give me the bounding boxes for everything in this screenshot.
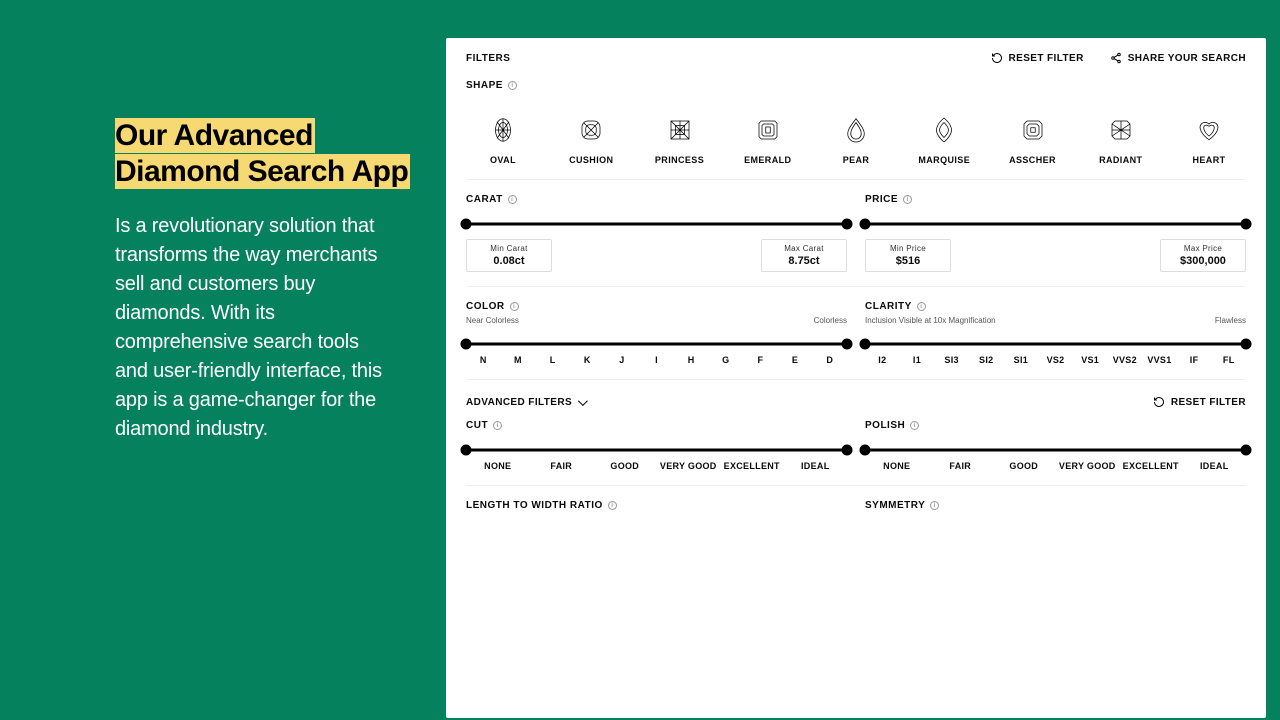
min-price-input[interactable]: Min Price $516	[865, 239, 951, 272]
shape-asscher[interactable]: ASSCHER	[998, 115, 1068, 165]
slider-thumb-max-icon[interactable]	[842, 219, 853, 230]
diamond-search-app: FILTERS RESET FILTER SHARE YOUR SEARCH S…	[446, 38, 1266, 718]
slider-thumb-min-icon[interactable]	[461, 219, 472, 230]
info-icon[interactable]: i	[910, 421, 919, 430]
color-hint-high: Colorless	[814, 316, 847, 325]
shape-section: SHAPE i OVAL CUSHION PRINCESS EMERALD	[446, 72, 1266, 165]
asscher-icon	[1018, 115, 1048, 145]
promo-title: Our Advanced Diamond Search App	[115, 118, 425, 190]
pear-icon	[841, 115, 871, 145]
info-icon[interactable]: i	[508, 195, 517, 204]
emerald-icon	[753, 115, 783, 145]
clarity-title: CLARITY	[865, 301, 912, 312]
info-icon[interactable]: i	[903, 195, 912, 204]
carat-title: CARAT	[466, 194, 503, 205]
princess-icon	[665, 115, 695, 145]
max-carat-input[interactable]: Max Carat 8.75ct	[761, 239, 847, 272]
clarity-hint-low: Inclusion Visible at 10x Magnification	[865, 316, 996, 325]
clarity-section: CLARITY i Inclusion Visible at 10x Magni…	[865, 301, 1246, 365]
info-icon[interactable]: i	[930, 501, 939, 510]
slider-thumb-max-icon[interactable]	[842, 445, 853, 456]
carat-price-row: CARAT i Min Carat 0.08ct Max Carat 8.75c…	[446, 180, 1266, 272]
price-title: PRICE	[865, 194, 898, 205]
app-header: FILTERS RESET FILTER SHARE YOUR SEARCH	[446, 38, 1266, 72]
slider-thumb-max-icon[interactable]	[842, 339, 853, 350]
chevron-down-icon	[578, 396, 588, 406]
clarity-slider[interactable]	[865, 337, 1246, 351]
promo-title-line2: Diamond Search App	[115, 154, 410, 189]
promo-body: Is a revolutionary solution that transfo…	[115, 212, 395, 444]
slider-thumb-min-icon[interactable]	[461, 445, 472, 456]
polish-slider[interactable]	[865, 443, 1246, 457]
promo-block: Our Advanced Diamond Search App Is a rev…	[115, 118, 425, 444]
color-ticks: N M L K J I H G F E D	[466, 355, 847, 365]
cushion-icon	[576, 115, 606, 145]
info-icon[interactable]: i	[917, 302, 926, 311]
info-icon[interactable]: i	[508, 81, 517, 90]
max-price-input[interactable]: Max Price $300,000	[1160, 239, 1246, 272]
cut-polish-row: CUT i NONE FAIR GOOD VERY GOOD EXCELLENT…	[446, 414, 1266, 471]
advanced-reset-filter-button[interactable]: RESET FILTER	[1153, 396, 1246, 408]
heart-icon	[1194, 115, 1224, 145]
symmetry-title: SYMMETRY	[865, 500, 925, 511]
share-icon	[1110, 52, 1122, 64]
color-title: COLOR	[466, 301, 505, 312]
color-section: COLOR i Near Colorless Colorless N M L K…	[466, 301, 847, 365]
shape-princess[interactable]: PRINCESS	[645, 115, 715, 165]
polish-section: POLISH i NONE FAIR GOOD VERY GOOD EXCELL…	[865, 420, 1246, 471]
slider-thumb-min-icon[interactable]	[860, 219, 871, 230]
color-hint-low: Near Colorless	[466, 316, 519, 325]
info-icon[interactable]: i	[493, 421, 502, 430]
shape-radiant[interactable]: RADIANT	[1086, 115, 1156, 165]
shape-heart[interactable]: HEART	[1174, 115, 1244, 165]
share-search-label: SHARE YOUR SEARCH	[1128, 53, 1246, 64]
lw-symmetry-row: LENGTH TO WIDTH RATIO i SYMMETRY i	[446, 486, 1266, 511]
oval-icon	[488, 115, 518, 145]
symmetry-section: SYMMETRY i	[865, 500, 1246, 511]
polish-title: POLISH	[865, 420, 905, 431]
advanced-filters-toggle[interactable]: ADVANCED FILTERS	[466, 397, 585, 408]
radiant-icon	[1106, 115, 1136, 145]
marquise-icon	[929, 115, 959, 145]
reset-filter-label: RESET FILTER	[1009, 53, 1084, 64]
polish-ticks: NONE FAIR GOOD VERY GOOD EXCELLENT IDEAL	[865, 461, 1246, 471]
clarity-ticks: I2 I1 SI3 SI2 SI1 VS2 VS1 VVS2 VVS1 IF F…	[865, 355, 1246, 365]
shape-emerald[interactable]: EMERALD	[733, 115, 803, 165]
slider-thumb-min-icon[interactable]	[461, 339, 472, 350]
color-slider[interactable]	[466, 337, 847, 351]
promo-title-line1: Our Advanced	[115, 118, 315, 153]
slider-thumb-min-icon[interactable]	[860, 339, 871, 350]
clarity-hint-high: Flawless	[1215, 316, 1246, 325]
shape-marquise[interactable]: MARQUISE	[909, 115, 979, 165]
cut-ticks: NONE FAIR GOOD VERY GOOD EXCELLENT IDEAL	[466, 461, 847, 471]
slider-thumb-max-icon[interactable]	[1241, 339, 1252, 350]
refresh-icon	[991, 52, 1003, 64]
info-icon[interactable]: i	[510, 302, 519, 311]
slider-thumb-max-icon[interactable]	[1241, 219, 1252, 230]
advanced-filters-row: ADVANCED FILTERS RESET FILTER	[446, 380, 1266, 414]
cut-title: CUT	[466, 420, 488, 431]
shape-oval[interactable]: OVAL	[468, 115, 538, 165]
min-carat-input[interactable]: Min Carat 0.08ct	[466, 239, 552, 272]
reset-filter-button[interactable]: RESET FILTER	[991, 52, 1084, 64]
info-icon[interactable]: i	[608, 501, 617, 510]
carat-section: CARAT i Min Carat 0.08ct Max Carat 8.75c…	[466, 194, 847, 272]
lw-title: LENGTH TO WIDTH RATIO	[466, 500, 603, 511]
slider-thumb-min-icon[interactable]	[860, 445, 871, 456]
lw-section: LENGTH TO WIDTH RATIO i	[466, 500, 847, 511]
slider-thumb-max-icon[interactable]	[1241, 445, 1252, 456]
filters-title: FILTERS	[466, 53, 510, 64]
price-slider[interactable]	[865, 217, 1246, 231]
cut-slider[interactable]	[466, 443, 847, 457]
shape-pear[interactable]: PEAR	[821, 115, 891, 165]
shapes-row: OVAL CUSHION PRINCESS EMERALD PEAR	[466, 115, 1246, 165]
price-section: PRICE i Min Price $516 Max Price $300,00…	[865, 194, 1246, 272]
shape-cushion[interactable]: CUSHION	[556, 115, 626, 165]
refresh-icon	[1153, 396, 1165, 408]
color-clarity-row: COLOR i Near Colorless Colorless N M L K…	[446, 287, 1266, 365]
carat-slider[interactable]	[466, 217, 847, 231]
shape-title: SHAPE i	[466, 80, 1246, 91]
cut-section: CUT i NONE FAIR GOOD VERY GOOD EXCELLENT…	[466, 420, 847, 471]
share-search-button[interactable]: SHARE YOUR SEARCH	[1110, 52, 1246, 64]
